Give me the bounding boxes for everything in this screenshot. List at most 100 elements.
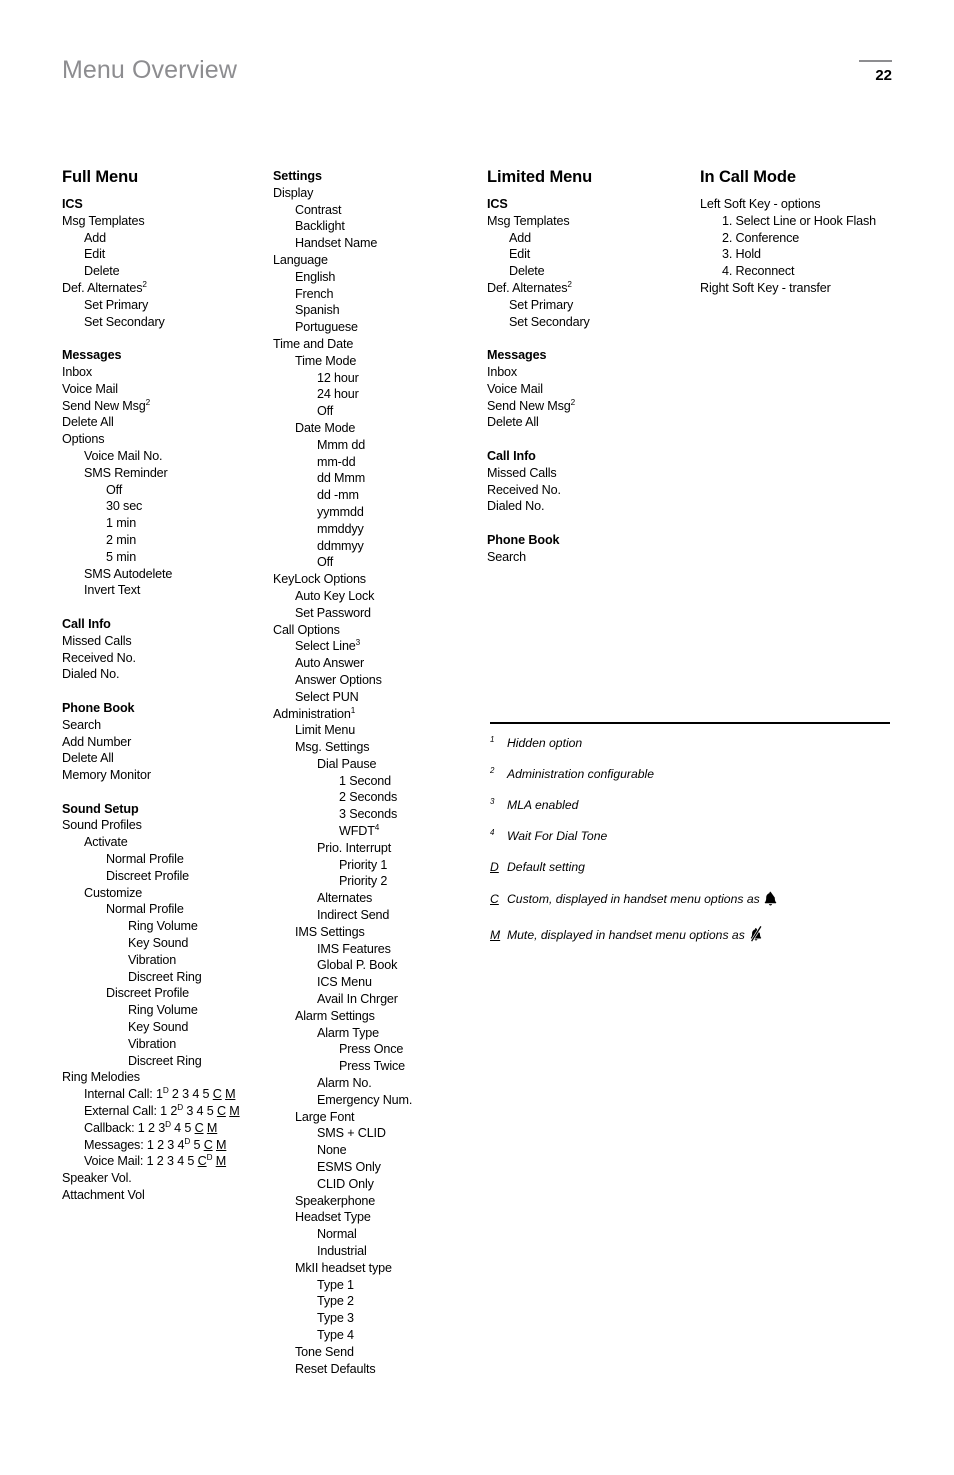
menu-item: 3. Hold (700, 246, 945, 263)
menu-item: Key Sound (62, 935, 272, 952)
menu-item: IMS Settings (273, 924, 483, 941)
menu-item-label: Prio. Interrupt (317, 840, 392, 855)
footnote-marker: 4 (490, 827, 495, 837)
menu-item-label: CLID Only (317, 1176, 374, 1191)
menu-item-label: Select Line (295, 639, 356, 654)
menu-item: Off (273, 554, 483, 571)
menu-item: CLID Only (273, 1176, 483, 1193)
menu-item-label: Add (509, 230, 531, 245)
menu-item-label: 2 min (106, 532, 137, 547)
menu-item-label: Voice Mail No. (84, 448, 163, 463)
legend-text: Mute, displayed in handset menu options … (507, 927, 745, 942)
menu-group-heading: Phone Book (62, 700, 135, 715)
menu-item: Avail In Chrger (273, 991, 483, 1008)
menu-item-label: Def. Alternates (62, 280, 143, 295)
menu-item-label: Ring Melodies (62, 1070, 140, 1085)
menu-item: yymmdd (273, 504, 483, 521)
menu-item: Display (273, 185, 483, 202)
menu-item: ESMS Only (273, 1159, 483, 1176)
menu-item-label: Alarm Type (317, 1025, 379, 1040)
menu-item: Ring Melodies (62, 1069, 272, 1086)
column-body-full-menu: ICS Msg Templates Add Edit Delete Def. Altern… (62, 196, 272, 1204)
menu-item: Backlight (273, 218, 483, 235)
menu-item: Set Secondary (62, 314, 272, 331)
footnote-marker: 3 (490, 796, 495, 806)
menu-group-heading: Phone Book (487, 532, 560, 547)
menu-item: Time and Date (273, 336, 483, 353)
page-number: 22 (875, 67, 892, 84)
menu-item-label: Right Soft Key - transfer (700, 280, 831, 295)
menu-item-label: SMS Autodelete (84, 566, 173, 581)
default-marker: D (162, 1086, 169, 1096)
menu-item-label: Set Secondary (84, 314, 165, 329)
menu-item: Voice Mail: 1 2 3 4 5 CD M (62, 1153, 272, 1170)
footnote-text: Administration configurable (507, 766, 655, 781)
menu-item: 12 hour (273, 370, 483, 387)
menu-item-label: Delete All (62, 751, 114, 766)
menu-item-label: Received No. (62, 650, 136, 665)
menu-item: KeyLock Options (273, 571, 483, 588)
menu-item-label: Call Options (273, 622, 340, 637)
legend-row: M Mute, displayed in handset menu options… (490, 925, 890, 946)
menu-item-label: Reset Defaults (295, 1361, 376, 1376)
menu-item-label: Callback: 1 2 3 (84, 1120, 166, 1135)
menu-item: Large Font (273, 1109, 483, 1126)
menu-item-label: Set Primary (509, 297, 574, 312)
menu-item: English (273, 269, 483, 286)
menu-item-label: Delete All (487, 415, 539, 430)
menu-item: 5 min (62, 549, 272, 566)
menu-item-label: Time and Date (273, 336, 354, 351)
menu-item: Msg Templates (487, 213, 692, 230)
menu-item-label: Ring Volume (128, 919, 198, 934)
menu-item: Date Mode (273, 420, 483, 437)
menu-item-label: 5 min (106, 549, 137, 564)
menu-item: Invert Text (62, 582, 272, 599)
menu-item: 24 hour (273, 386, 483, 403)
menu-item-label: Contrast (295, 202, 342, 217)
footnote-ref: 4 (374, 822, 380, 832)
menu-item-label: IMS Settings (295, 924, 365, 939)
menu-item: dd -mm (273, 487, 483, 504)
custom-marker: C (216, 1104, 226, 1119)
menu-item-label: Msg Templates (62, 213, 145, 228)
menu-item-label: Key Sound (128, 936, 189, 951)
menu-item: Normal (273, 1226, 483, 1243)
menu-item-label: 3 Seconds (339, 807, 398, 822)
menu-item-label: Msg. Settings (295, 740, 370, 755)
menu-item: Msg Templates (62, 213, 272, 230)
legend-marker: M (490, 927, 501, 942)
menu-item-label: Date Mode (295, 420, 356, 435)
menu-item: Dialed No. (62, 666, 272, 683)
menu-item: Memory Monitor (62, 767, 272, 784)
menu-item: 1 min (62, 515, 272, 532)
menu-item-label: Off (317, 555, 334, 570)
column-in-call-mode: In Call Mode Left Soft Key - options 1. S… (700, 168, 945, 297)
menu-item: Received No. (62, 650, 272, 667)
menu-item: Send New Msg2 (62, 398, 272, 415)
menu-item-label: Memory Monitor (62, 768, 151, 783)
menu-item-label: Normal (317, 1227, 357, 1242)
menu-item: Contrast (273, 202, 483, 219)
menu-item-label: Select PUN (295, 689, 359, 704)
menu-item: Internal Call: 1D 2 3 4 5 C M (84, 1086, 236, 1102)
menu-item-label: Press Twice (339, 1059, 406, 1074)
menu-item-label: Inbox (62, 364, 93, 379)
footnote-row: 1 Hidden option (490, 735, 890, 751)
menu-item: Off (273, 403, 483, 420)
menu-item: ddmmyy (273, 538, 483, 555)
menu-item-label: ESMS Only (317, 1160, 381, 1175)
menu-item-label: Headset Type (295, 1210, 371, 1225)
menu-item-label: Portuguese (295, 320, 358, 335)
menu-item: mm-dd (273, 454, 483, 471)
menu-item-label: Industrial (317, 1244, 367, 1258)
column-settings: Settings Display Contrast Backlight Handset … (273, 168, 483, 1377)
menu-item: Prio. Interrupt (273, 840, 483, 857)
footnote-text: Hidden option (507, 735, 583, 750)
default-marker: D (177, 1102, 183, 1112)
menu-item-label: IMS Features (317, 941, 391, 956)
menu-item-label: dd -mm (317, 488, 359, 503)
menu-item: None (273, 1142, 483, 1159)
menu-item: Def. Alternates2 (487, 280, 692, 297)
menu-item-label: Add (84, 230, 106, 245)
menu-item: Search (487, 549, 692, 566)
